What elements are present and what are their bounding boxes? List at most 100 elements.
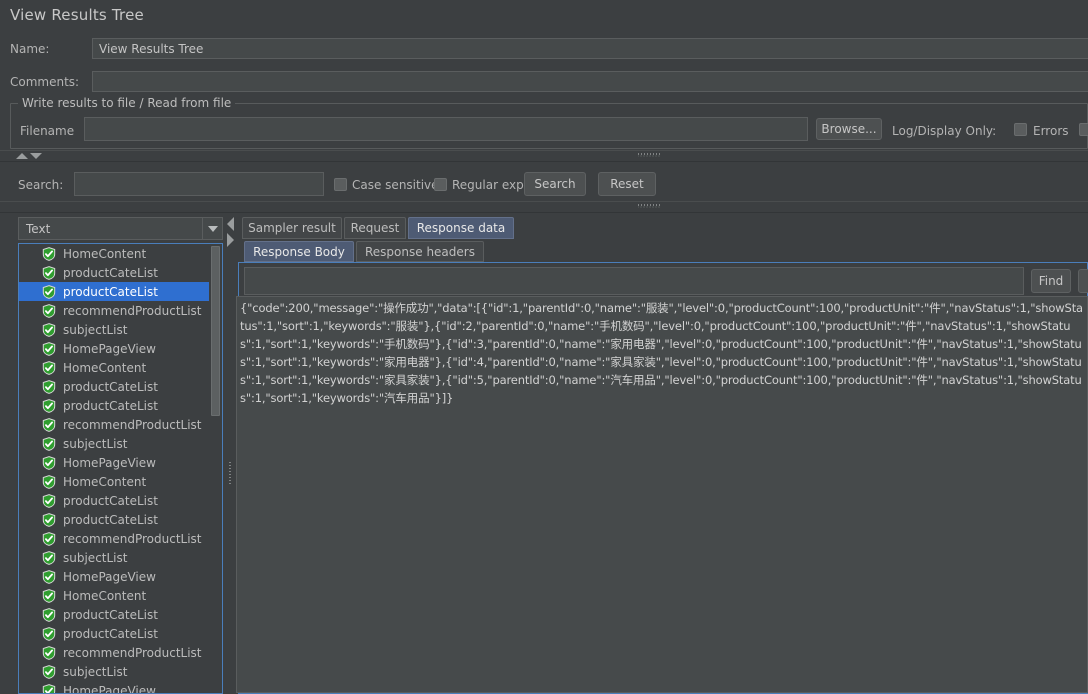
subtab-response-body[interactable]: Response Body	[244, 241, 354, 262]
successes-checkbox[interactable]	[1079, 123, 1088, 136]
renderer-combo[interactable]: Text	[18, 217, 223, 240]
splitter-grip-bottom[interactable]	[638, 204, 660, 210]
tree-item[interactable]: HomeContent	[19, 586, 222, 605]
search-input[interactable]	[74, 172, 324, 196]
tree-item-label: HomePageView	[63, 341, 156, 356]
shield-check-icon	[42, 550, 56, 565]
tree-item[interactable]: productCateList	[19, 377, 222, 396]
name-input[interactable]	[92, 38, 1088, 59]
splitter-collapse-right-icon[interactable]	[227, 233, 234, 247]
errors-checkbox[interactable]	[1014, 123, 1027, 136]
tree-item-label: recommendProductList	[63, 417, 202, 432]
tree-item[interactable]: subjectList	[19, 434, 222, 453]
find-button[interactable]: Find	[1031, 269, 1071, 293]
shield-check-icon	[42, 645, 56, 660]
tree-item[interactable]: productCateList	[19, 263, 222, 282]
shield-check-icon	[42, 626, 56, 641]
page-title: View Results Tree	[10, 6, 144, 24]
tree-item-label: HomeContent	[63, 360, 147, 375]
tree-item-label: recommendProductList	[63, 303, 202, 318]
tree-item[interactable]: HomePageView	[19, 339, 222, 358]
tab-label: Response data	[416, 221, 506, 235]
tree-item[interactable]: HomeContent	[19, 244, 222, 263]
shield-check-icon	[42, 284, 56, 299]
renderer-combo-arrow[interactable]	[202, 218, 222, 239]
errors-label: Errors	[1033, 124, 1069, 138]
tree-item-label: subjectList	[63, 664, 128, 679]
tree-item[interactable]: productCateList	[19, 624, 222, 643]
tab-label: Sampler result	[248, 221, 336, 235]
splitter-collapse-left-icon[interactable]	[227, 217, 234, 231]
tree-item[interactable]: HomeContent	[19, 358, 222, 377]
find-input[interactable]	[244, 267, 1024, 295]
tree-item[interactable]: productCateList	[19, 282, 222, 301]
search-label: Search:	[18, 178, 64, 192]
tab-label: Request	[350, 221, 400, 235]
shield-check-icon	[42, 531, 56, 546]
chevron-down-icon	[207, 225, 218, 232]
splitter-grip-top[interactable]	[638, 153, 660, 159]
tree-item[interactable]: productCateList	[19, 396, 222, 415]
shield-check-icon	[42, 322, 56, 337]
subtab-response-headers[interactable]: Response headers	[356, 241, 484, 262]
shield-check-icon	[42, 683, 56, 693]
tree-item[interactable]: productCateList	[19, 510, 222, 529]
shield-check-icon	[42, 607, 56, 622]
tree-item[interactable]: recommendProductList	[19, 415, 222, 434]
tree-item[interactable]: subjectList	[19, 320, 222, 339]
filename-input[interactable]	[84, 117, 808, 141]
shield-check-icon	[42, 341, 56, 356]
horizontal-splitter-top[interactable]	[0, 150, 1088, 162]
browse-button[interactable]: Browse...	[816, 118, 882, 140]
search-button[interactable]: Search	[524, 172, 586, 196]
tree-item-label: subjectList	[63, 322, 128, 337]
tree-item-label: productCateList	[63, 607, 158, 622]
tree-item-label: productCateList	[63, 265, 158, 280]
tree-item[interactable]: recommendProductList	[19, 301, 222, 320]
shield-check-icon	[42, 398, 56, 413]
regular-exp-label: Regular exp.	[452, 178, 528, 192]
tree-item[interactable]: HomePageView	[19, 681, 222, 694]
tree-item-label: productCateList	[63, 626, 158, 641]
tree-item-label: subjectList	[63, 436, 128, 451]
tree-scrollbar[interactable]	[209, 244, 222, 693]
comments-input[interactable]	[92, 71, 1088, 92]
tree-item[interactable]: HomePageView	[19, 567, 222, 586]
tree-item-label: HomePageView	[63, 683, 156, 694]
shield-check-icon	[42, 493, 56, 508]
subtab-label: Response Body	[253, 244, 345, 259]
response-body-text[interactable]: {"code":200,"message":"操作成功","data":[{"i…	[236, 296, 1088, 693]
tab-request[interactable]: Request	[344, 217, 406, 239]
tab-sampler-result[interactable]: Sampler result	[242, 217, 342, 239]
results-tree-list[interactable]: HomeContent productCateList productCateLis…	[18, 243, 223, 694]
regular-exp-checkbox[interactable]	[434, 178, 447, 191]
shield-check-icon	[42, 569, 56, 584]
splitter-collapse-down-icon[interactable]	[30, 153, 42, 159]
shield-check-icon	[42, 664, 56, 679]
tree-item[interactable]: productCateList	[19, 491, 222, 510]
tree-item-label: HomeContent	[63, 588, 147, 603]
tree-item-label: productCateList	[63, 493, 158, 508]
find-next-button[interactable]	[1078, 269, 1088, 293]
shield-check-icon	[42, 474, 56, 489]
tree-item[interactable]: recommendProductList	[19, 643, 222, 662]
tree-item-label: HomePageView	[63, 455, 156, 470]
tree-item-label: HomeContent	[63, 246, 147, 261]
vertical-splitter-grip[interactable]	[229, 460, 234, 484]
horizontal-splitter-bottom[interactable]	[0, 201, 1088, 213]
case-sensitive-checkbox[interactable]	[334, 178, 347, 191]
shield-check-icon	[42, 417, 56, 432]
tree-item[interactable]: subjectList	[19, 662, 222, 681]
tree-item[interactable]: HomeContent	[19, 472, 222, 491]
shield-check-icon	[42, 588, 56, 603]
tree-item[interactable]: HomePageView	[19, 453, 222, 472]
tree-item[interactable]: subjectList	[19, 548, 222, 567]
reset-button[interactable]: Reset	[598, 172, 656, 196]
tree-item[interactable]: productCateList	[19, 605, 222, 624]
tree-item[interactable]: recommendProductList	[19, 529, 222, 548]
tree-scrollbar-thumb[interactable]	[211, 246, 220, 416]
tab-response-data[interactable]: Response data	[408, 217, 514, 239]
splitter-collapse-up-icon[interactable]	[16, 153, 28, 159]
tree-item-label: recommendProductList	[63, 531, 202, 546]
tree-item-label: HomeContent	[63, 474, 147, 489]
